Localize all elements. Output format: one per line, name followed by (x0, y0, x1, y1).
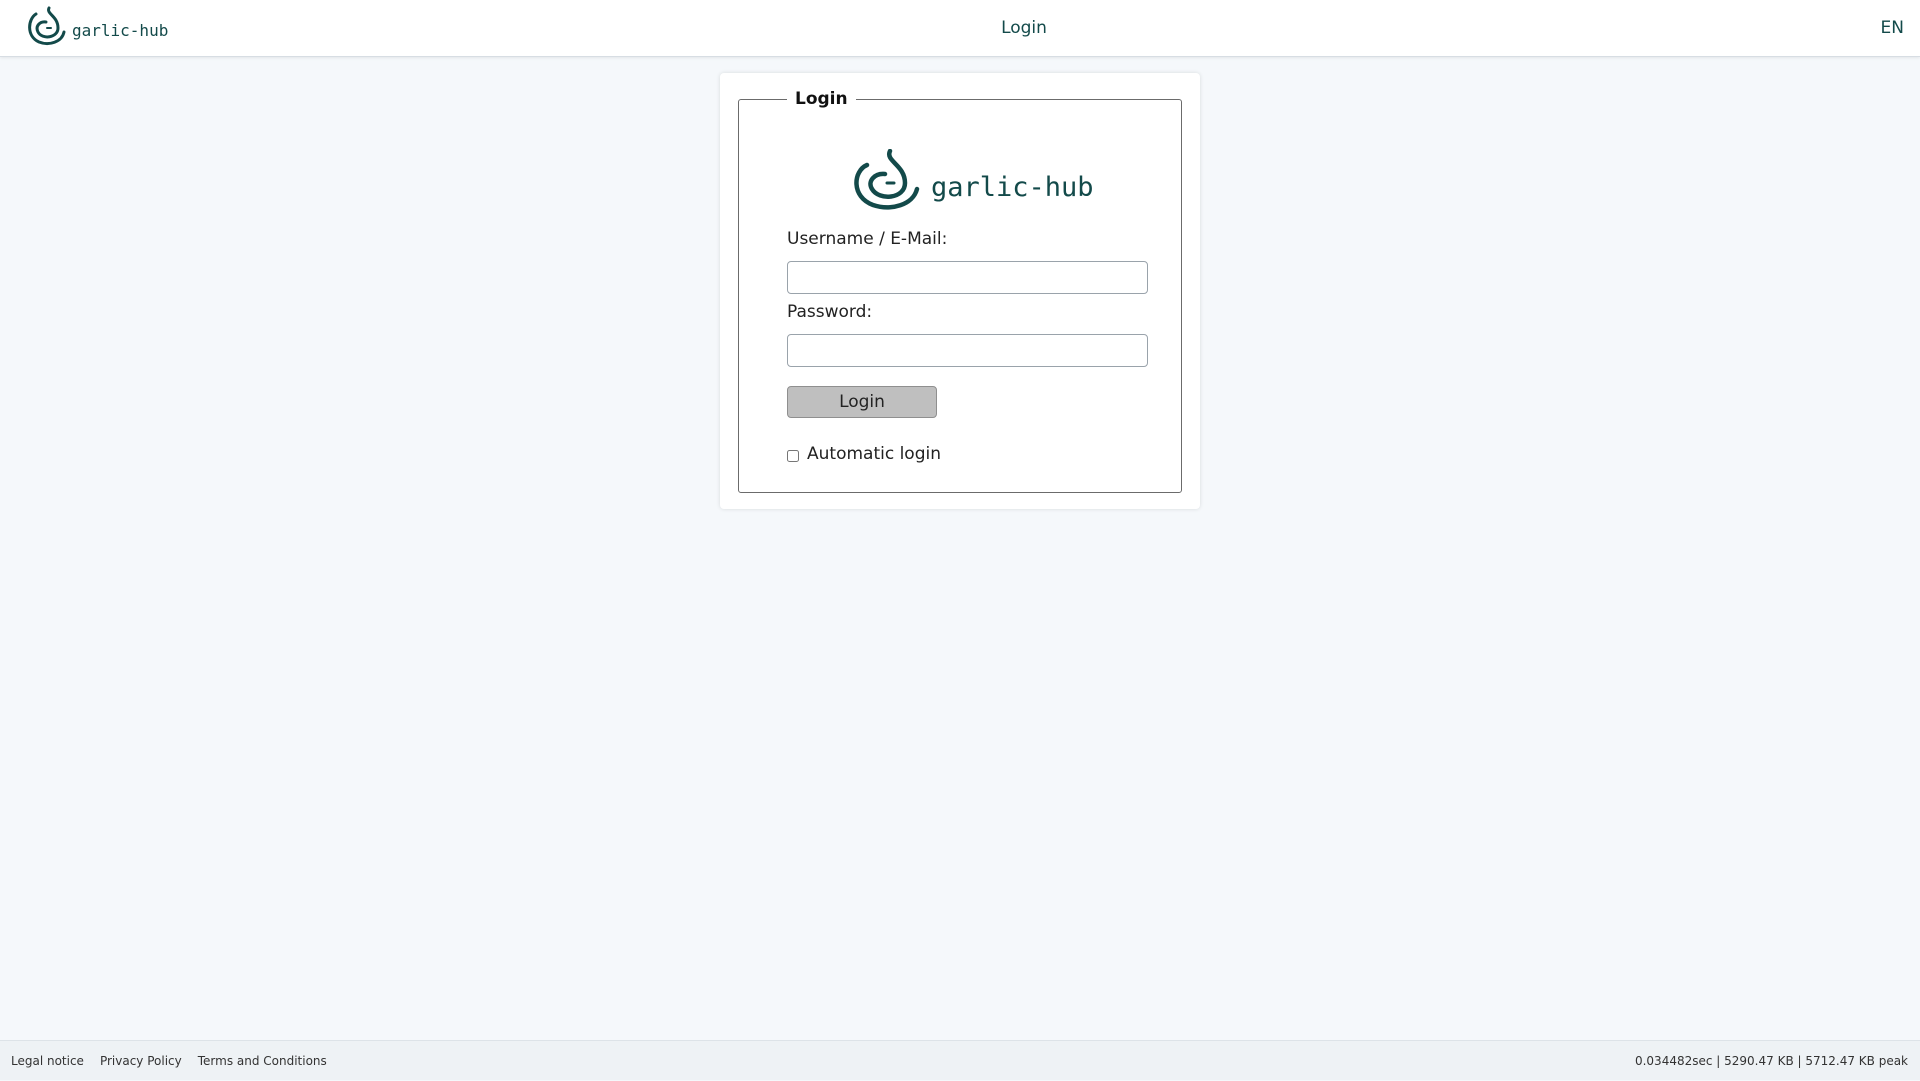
automatic-login-label[interactable]: Automatic login (807, 444, 941, 464)
automatic-login-checkbox[interactable] (787, 450, 799, 462)
form-logo: garlic-hub (845, 149, 1094, 211)
language-selector[interactable]: EN (1881, 0, 1904, 56)
login-fieldset: Login garlic-hub Username / E-Mail: Pass… (738, 89, 1182, 493)
login-button[interactable]: Login (787, 386, 937, 418)
username-input[interactable] (787, 261, 1148, 294)
page-footer: Legal notice Privacy Policy Terms and Co… (0, 1040, 1920, 1080)
login-legend: Login (795, 89, 848, 109)
footer-links: Legal notice Privacy Policy Terms and Co… (11, 1041, 343, 1081)
username-label: Username / E-Mail: (787, 229, 948, 249)
form-logo-text: garlic-hub (931, 171, 1094, 203)
garlic-logo-icon (854, 149, 920, 210)
legal-notice-link[interactable]: Legal notice (11, 1054, 84, 1068)
terms-and-conditions-link[interactable]: Terms and Conditions (198, 1054, 327, 1068)
performance-stats: 0.034482sec | 5290.47 KB | 5712.47 KB pe… (1634, 1054, 1908, 1068)
top-header: garlic-hub Login EN (0, 0, 1920, 57)
privacy-policy-link[interactable]: Privacy Policy (100, 1054, 182, 1068)
password-input[interactable] (787, 334, 1148, 367)
password-label: Password: (787, 302, 873, 322)
page-title: Login (1001, 18, 1047, 38)
login-card: Login garlic-hub Username / E-Mail: Pass… (720, 73, 1200, 509)
